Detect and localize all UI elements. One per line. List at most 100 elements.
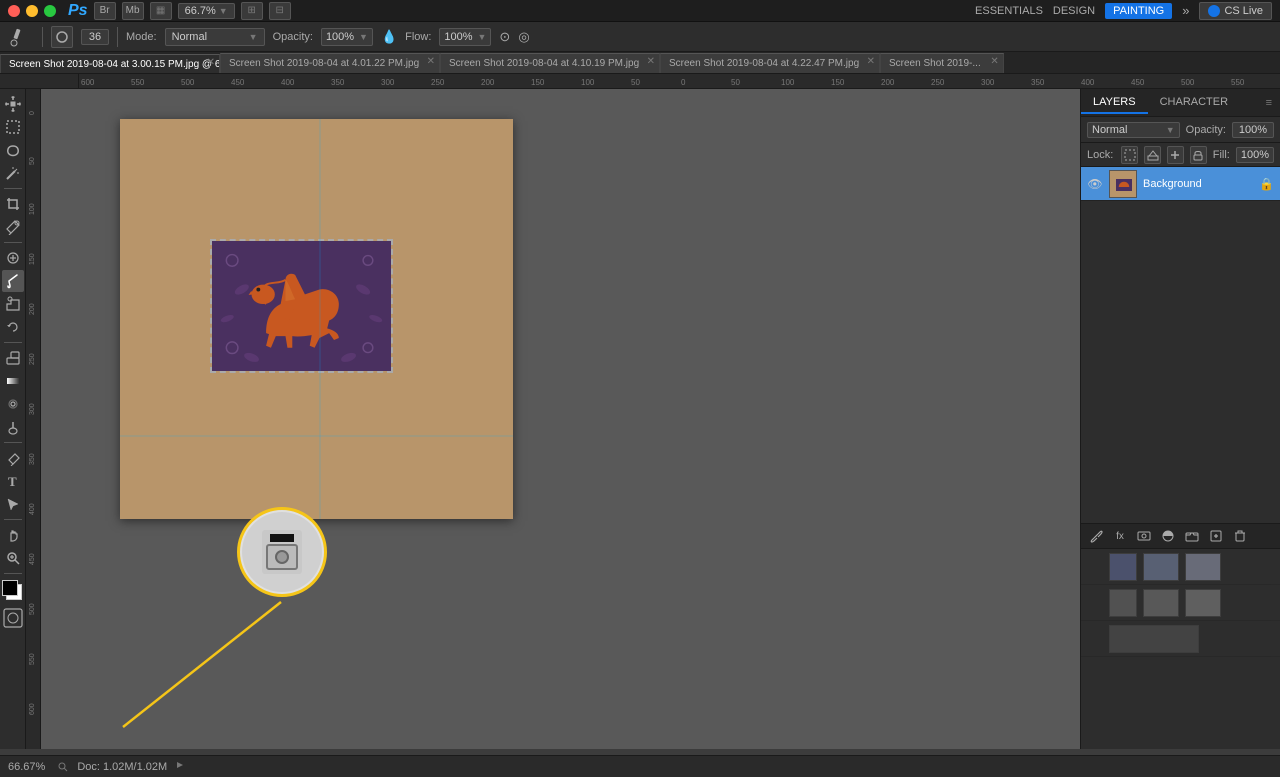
faded-row-3 [1081,621,1280,657]
history-brush-tool[interactable] [2,316,24,338]
link-layers-btn[interactable] [1085,525,1107,547]
ruler-corner [0,74,79,89]
svg-text:250: 250 [29,353,36,365]
healing-brush-tool[interactable] [2,247,24,269]
crop-tool[interactable] [2,193,24,215]
view-btn[interactable]: ⊟ [269,2,291,20]
layer-visibility-btn[interactable]: 👁 [1087,176,1103,192]
tab-0[interactable]: Screen Shot 2019-08-04 at 3.00.15 PM.jpg… [0,54,220,74]
sep [4,188,22,189]
svg-text:150: 150 [831,78,845,87]
path-select-tool[interactable] [2,493,24,515]
tab-close-3[interactable]: ✕ [867,56,875,67]
status-zoom-btn[interactable] [57,761,69,773]
zoom-display[interactable]: 66.7% ▼ [178,3,235,19]
pen-tool[interactable] [2,447,24,469]
close-button[interactable] [8,5,20,17]
svg-text:300: 300 [981,78,995,87]
tab-close-0[interactable]: ✕ [207,57,215,68]
canvas-area [41,89,1080,749]
hand-tool[interactable] [2,524,24,546]
brush-size-value[interactable]: 36 [81,29,109,45]
tab-2[interactable]: Screen Shot 2019-08-04 at 4.10.19 PM.jpg… [440,53,660,73]
guides-overlay [120,119,513,519]
faded-row-2 [1081,585,1280,621]
screen-mode-btn[interactable]: ▦ [150,2,172,20]
adjustment-btn[interactable] [1157,525,1179,547]
fill-value-input[interactable]: 100% [1236,147,1274,163]
dodge-tool[interactable] [2,416,24,438]
sep2 [4,242,22,243]
more-workspaces-btn[interactable]: » [1182,3,1189,18]
flow-input[interactable]: 100% ▼ [439,28,491,46]
opacity-label: Opacity: [273,31,313,43]
layer-opacity-input[interactable]: 100% [1232,122,1274,138]
sep4 [4,442,22,443]
gradient-tool[interactable] [2,370,24,392]
tab-1[interactable]: Screen Shot 2019-08-04 at 4.01.22 PM.jpg… [220,53,440,73]
lock-transparent-btn[interactable] [1121,146,1138,164]
lock-position-btn[interactable] [1167,146,1184,164]
magic-wand-tool[interactable] [2,162,24,184]
design-btn[interactable]: DESIGN [1053,5,1095,17]
lasso-tool[interactable] [2,139,24,161]
tab-4[interactable]: Screen Shot 2019-... ✕ [880,53,1004,73]
blur-tool[interactable] [2,393,24,415]
mag-tool-lens [275,550,289,564]
tab-close-2[interactable]: ✕ [647,56,655,67]
essentials-btn[interactable]: ESSENTIALS [975,5,1043,17]
painting-btn[interactable]: PAINTING [1105,3,1172,19]
sep6 [4,573,22,574]
pressure-flow-btn[interactable]: ⊙ [499,29,510,45]
opacity-input[interactable]: 100% ▼ [321,28,373,46]
minimize-button[interactable] [26,5,38,17]
brush-preset-btn[interactable] [51,26,73,48]
layer-mode-select[interactable]: Normal ▼ [1087,122,1180,138]
lock-image-btn[interactable] [1144,146,1161,164]
tab-close-4[interactable]: ✕ [990,56,998,67]
svg-text:250: 250 [931,78,945,87]
add-mask-btn[interactable] [1133,525,1155,547]
cs-live-btn[interactable]: CS Live [1199,2,1272,20]
new-group-btn[interactable] [1181,525,1203,547]
brush-tool-options-icon[interactable] [6,23,34,51]
quick-mask-btn[interactable] [2,607,24,632]
new-layer-btn[interactable] [1205,525,1227,547]
mode-select[interactable]: Normal ▼ [165,28,265,46]
marquee-tool[interactable] [2,116,24,138]
svg-text:200: 200 [881,78,895,87]
brush-tool[interactable] [2,270,24,292]
lock-all-btn[interactable] [1190,146,1207,164]
svg-text:100: 100 [781,78,795,87]
fg-color-swatch[interactable] [2,580,18,596]
arrange-btn[interactable]: ⊞ [241,2,263,20]
panel-tabs: LAYERS CHARACTER ≡ [1081,89,1280,117]
mini-bridge-btn[interactable]: Mb [122,2,144,20]
tab-close-1[interactable]: ✕ [427,56,435,67]
zoom-tool[interactable] [2,547,24,569]
panel-close-btn[interactable]: ≡ [1258,93,1280,113]
eyedropper-tool[interactable] [2,216,24,238]
character-tab[interactable]: CHARACTER [1148,92,1240,114]
faded-thumb-5 [1143,589,1179,617]
status-bar: 66.67% Doc: 1.02M/1.02M [0,755,1280,777]
delete-layer-btn[interactable] [1229,525,1251,547]
maximize-button[interactable] [44,5,56,17]
clone-stamp-tool[interactable] [2,293,24,315]
layers-tab[interactable]: LAYERS [1081,92,1148,114]
fx-btn[interactable]: fx [1109,525,1131,547]
panel-options-row: Normal ▼ Opacity: 100% [1081,117,1280,143]
airbrush-toggle[interactable]: 💧 [381,29,397,45]
faded-thumb-3 [1185,553,1221,581]
document-canvas[interactable] [120,119,513,519]
bridge-btn[interactable]: Br [94,2,116,20]
status-arrow-btn[interactable] [175,760,185,773]
layer-background[interactable]: 👁 Background 🔒 [1081,167,1280,201]
text-tool[interactable]: T [2,470,24,492]
svg-text:300: 300 [29,403,36,415]
move-tool[interactable] [2,93,24,115]
tab-3[interactable]: Screen Shot 2019-08-04 at 4.22.47 PM.jpg… [660,53,880,73]
pressure-size-btn[interactable]: ◎ [518,29,529,45]
eraser-tool[interactable] [2,347,24,369]
sep3 [4,342,22,343]
